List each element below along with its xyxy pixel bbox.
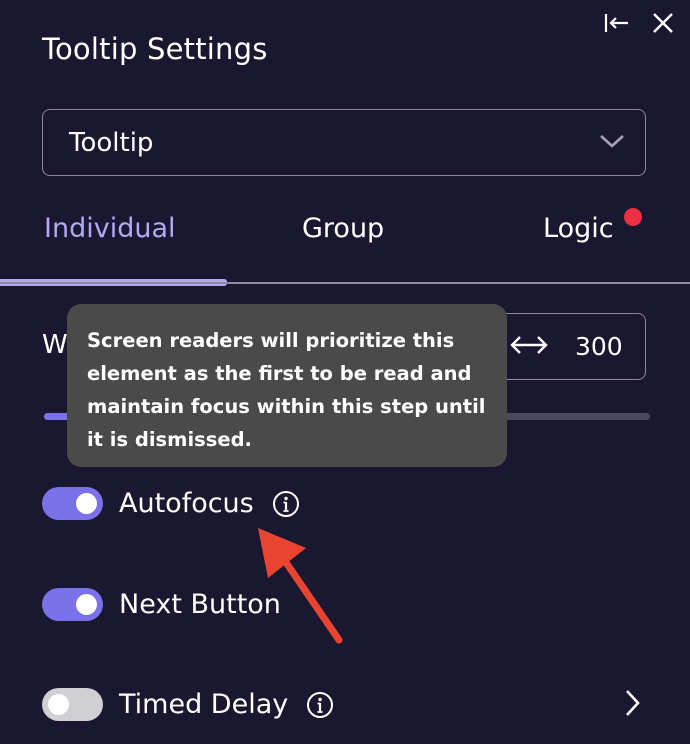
tab-bar: Individual Group Logic (0, 205, 690, 286)
panel-title: Tooltip Settings (42, 32, 268, 66)
tooltip-settings-panel: Tooltip Settings Tooltip Individual Grou… (0, 0, 690, 744)
width-value: 300 (575, 332, 623, 361)
autofocus-label: Autofocus (119, 488, 254, 519)
tab-individual[interactable]: Individual (44, 213, 176, 244)
close-icon[interactable] (650, 10, 676, 36)
type-select-value: Tooltip (69, 127, 154, 158)
tab-logic[interactable]: Logic (543, 213, 614, 244)
chevron-down-icon (599, 133, 625, 153)
info-icon[interactable] (306, 691, 334, 719)
toggle-row-autofocus: Autofocus (42, 487, 300, 520)
type-select[interactable]: Tooltip (42, 109, 646, 176)
next-button-toggle[interactable] (42, 588, 103, 621)
tab-group[interactable]: Group (302, 213, 384, 244)
resize-horizontal-icon (509, 333, 549, 361)
toggle-row-timed-delay: Timed Delay (42, 688, 334, 721)
tab-divider (0, 282, 690, 284)
top-actions (604, 10, 676, 36)
collapse-left-icon[interactable] (604, 10, 630, 36)
info-icon[interactable] (272, 490, 300, 518)
chevron-right-icon[interactable] (624, 688, 640, 722)
autofocus-toggle[interactable] (42, 487, 103, 520)
timed-delay-toggle[interactable] (42, 688, 103, 721)
next-button-label: Next Button (119, 589, 281, 620)
width-input[interactable]: 300 (498, 313, 646, 380)
width-label: W (42, 330, 68, 360)
logic-notification-badge (624, 208, 642, 226)
toggle-row-next-button: Next Button (42, 588, 281, 621)
autofocus-tooltip: Screen readers will prioritize this elem… (67, 304, 507, 467)
timed-delay-label: Timed Delay (119, 689, 289, 720)
